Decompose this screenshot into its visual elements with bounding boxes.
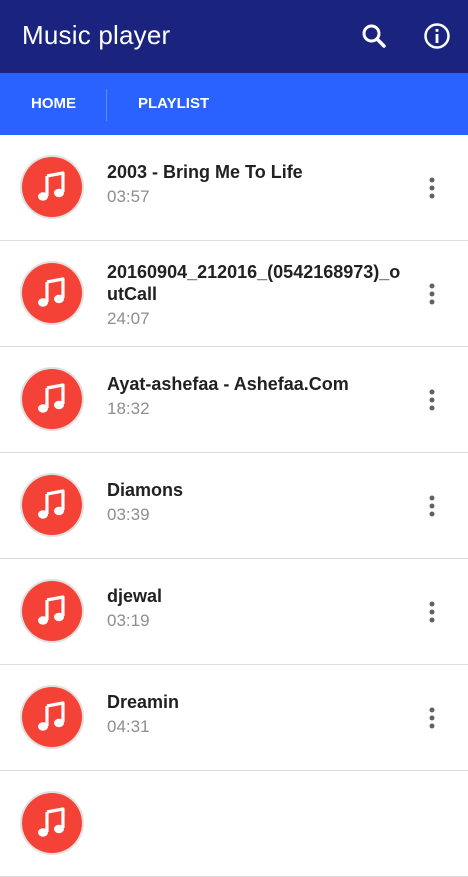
more-vert-icon[interactable] — [420, 173, 444, 203]
music-note-icon — [22, 793, 82, 853]
info-icon[interactable] — [419, 18, 455, 54]
song-title: Diamons — [107, 480, 184, 500]
more-vert-icon[interactable] — [420, 491, 444, 521]
more-vert-icon[interactable] — [420, 279, 444, 309]
tab-bar: HOME PLAYLIST — [0, 73, 468, 135]
search-icon[interactable] — [356, 18, 392, 54]
song-row-partial[interactable] — [0, 771, 468, 877]
music-note-icon — [22, 475, 82, 535]
song-duration: 03:39 — [107, 505, 150, 524]
music-note-icon — [22, 369, 82, 429]
song-row[interactable]: Dreamin 04:31 — [0, 665, 468, 771]
tab-divider — [106, 89, 107, 121]
song-duration: 04:31 — [107, 717, 150, 736]
app-title: Music player — [22, 20, 171, 50]
song-title: 2003 - Bring Me To Life — [107, 162, 303, 182]
song-title: Dreamin — [107, 692, 180, 712]
song-duration: 18:32 — [107, 399, 150, 418]
song-title: Ayat-ashefaa - Ashefaa.Com — [107, 374, 349, 394]
music-note-icon — [22, 687, 82, 747]
music-note-icon — [22, 581, 82, 641]
tab-playlist[interactable]: PLAYLIST — [138, 73, 209, 135]
more-vert-icon[interactable] — [420, 597, 444, 627]
music-note-icon — [22, 157, 82, 217]
song-row[interactable]: 2003 - Bring Me To Life 03:57 — [0, 135, 468, 241]
song-duration: 24:07 — [107, 309, 150, 328]
song-duration: 03:19 — [107, 611, 150, 630]
song-duration: 03:57 — [107, 187, 150, 206]
song-row[interactable]: Ayat-ashefaa - Ashefaa.Com 18:32 — [0, 347, 468, 453]
song-row[interactable]: 20160904_212016_(0542168973)_outCall 24:… — [0, 241, 468, 347]
more-vert-icon[interactable] — [420, 703, 444, 733]
music-note-icon — [22, 263, 82, 323]
song-row[interactable]: djewal 03:19 — [0, 559, 468, 665]
song-title: 20160904_212016_(0542168973)_outCall — [107, 262, 401, 304]
song-title: djewal — [107, 586, 163, 606]
tab-home[interactable]: HOME — [31, 73, 76, 135]
song-row[interactable]: Diamons 03:39 — [0, 453, 468, 559]
app-bar: Music player — [0, 0, 468, 73]
song-list: 2003 - Bring Me To Life 03:57 20160904_2… — [0, 135, 468, 877]
more-vert-icon[interactable] — [420, 385, 444, 415]
